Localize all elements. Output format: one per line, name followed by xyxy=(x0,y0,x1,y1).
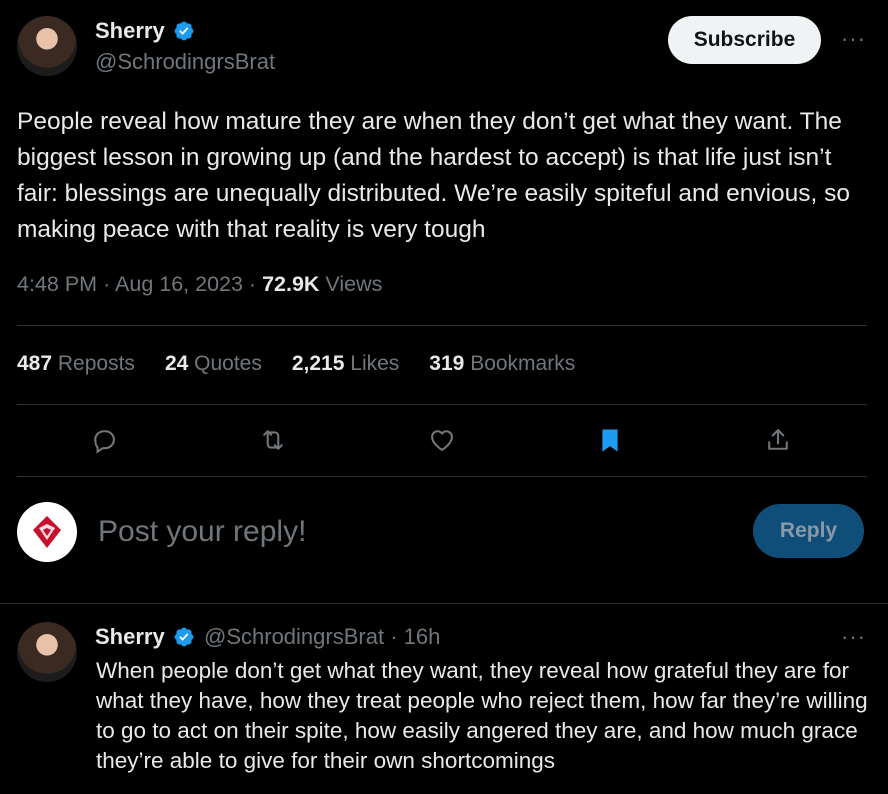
reply-meta: @SchrodingrsBrat · 16h xyxy=(204,624,440,650)
verified-badge-icon xyxy=(174,21,194,41)
reply-time[interactable]: 16h xyxy=(404,624,441,649)
more-options-icon[interactable]: ··· xyxy=(841,626,866,648)
divider xyxy=(17,476,867,477)
tweet-date[interactable]: Aug 16, 2023 xyxy=(115,272,243,296)
reply-author-name[interactable]: Sherry xyxy=(95,624,165,650)
reply-button[interactable]: Reply xyxy=(753,504,864,558)
tweet-stats: 487 Reposts 24 Quotes 2,215 Likes 319 Bo… xyxy=(17,352,605,376)
subscribe-button[interactable]: Subscribe xyxy=(668,16,821,64)
meta-separator: · xyxy=(248,272,263,296)
likes-stat[interactable]: 2,215 Likes xyxy=(292,352,399,376)
quotes-stat[interactable]: 24 Quotes xyxy=(165,352,262,376)
reply-icon[interactable] xyxy=(88,424,120,456)
bookmarks-stat[interactable]: 319 Bookmarks xyxy=(429,352,575,376)
author-handle[interactable]: @SchrodingrsBrat xyxy=(95,49,275,75)
views-label: Views xyxy=(325,272,383,296)
reply-author-avatar[interactable] xyxy=(17,622,77,682)
likes-count: 2,215 xyxy=(291,352,345,375)
reply-text: When people don’t get what they want, th… xyxy=(96,658,868,773)
reposts-stat[interactable]: 487 Reposts xyxy=(17,352,135,376)
verified-badge-icon xyxy=(174,627,194,647)
tweet-meta: 4:48 PM · Aug 16, 2023 · 72.9K Views xyxy=(17,272,382,297)
share-icon[interactable] xyxy=(762,424,794,456)
meta-separator: · xyxy=(103,272,116,296)
divider xyxy=(17,404,867,405)
likes-label: Likes xyxy=(350,352,400,375)
bookmarks-count: 319 xyxy=(429,352,465,375)
user-avatar-image xyxy=(33,516,61,548)
divider xyxy=(0,603,888,604)
like-icon[interactable] xyxy=(426,424,458,456)
author-avatar[interactable] xyxy=(17,16,77,76)
more-options-icon[interactable]: ··· xyxy=(841,28,866,50)
reposts-label: Reposts xyxy=(57,352,135,375)
views-count: 72.9K xyxy=(262,272,320,296)
user-avatar[interactable] xyxy=(17,502,77,562)
meta-separator: · xyxy=(390,624,404,649)
author-name[interactable]: Sherry xyxy=(95,18,165,44)
reply-author-handle[interactable]: @SchrodingrsBrat xyxy=(204,624,384,649)
quotes-label: Quotes xyxy=(194,352,262,375)
quotes-count: 24 xyxy=(164,352,189,375)
reply-input[interactable] xyxy=(98,510,718,554)
bookmarks-label: Bookmarks xyxy=(470,352,576,375)
bookmark-icon[interactable] xyxy=(594,424,626,456)
tweet-time[interactable]: 4:48 PM xyxy=(17,272,97,296)
reposts-count: 487 xyxy=(17,352,53,375)
repost-icon[interactable] xyxy=(257,424,289,456)
tweet-text: People reveal how mature they are when t… xyxy=(17,108,850,243)
divider xyxy=(17,325,867,326)
